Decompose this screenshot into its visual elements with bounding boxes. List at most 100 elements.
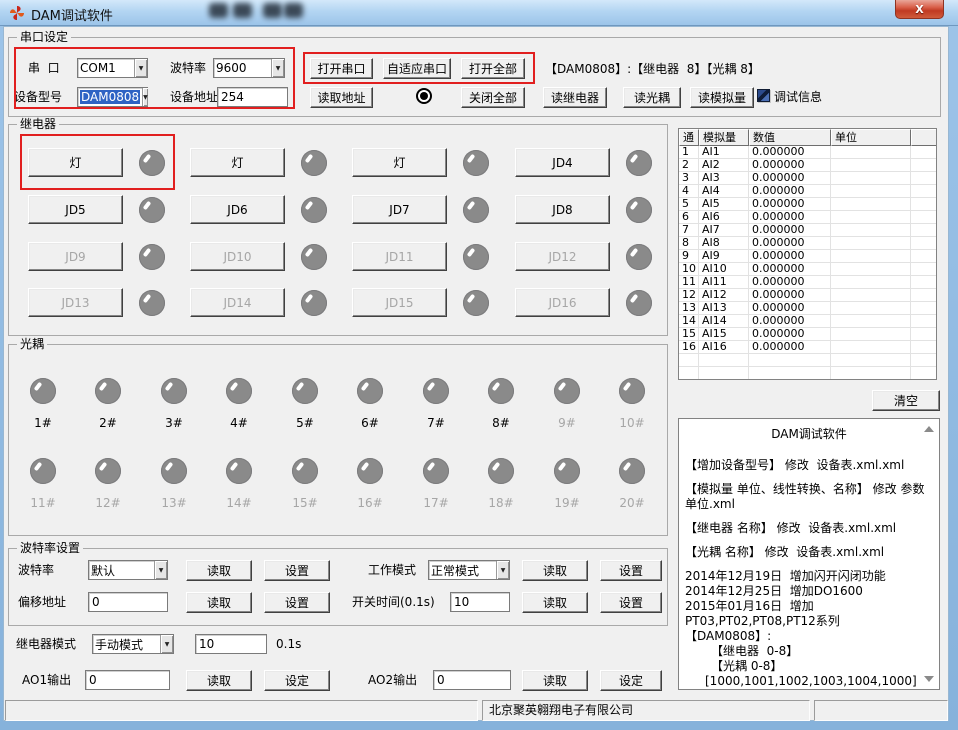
relay-led	[301, 244, 327, 270]
combo-arrow-icon[interactable]: ▼	[134, 59, 147, 77]
relay-button[interactable]: JD7	[352, 195, 447, 224]
combo-arrow-icon[interactable]: ▼	[160, 635, 173, 653]
debug-info-label[interactable]: 调试信息	[774, 90, 822, 105]
relay-button[interactable]: JD12	[515, 242, 610, 271]
opto-led	[161, 458, 187, 484]
relay-button[interactable]: JD14	[190, 288, 285, 317]
relay-button[interactable]: 灯	[190, 148, 285, 177]
table-row: 11AI110.000000	[679, 276, 936, 289]
relay-button[interactable]: JD9	[28, 242, 123, 271]
relay-button[interactable]: JD13	[28, 288, 123, 317]
opto-label: 15#	[285, 496, 325, 510]
combo-arrow-icon[interactable]: ▼	[142, 88, 148, 106]
cell-extra	[911, 159, 936, 172]
relay-button[interactable]: JD4	[515, 148, 610, 177]
combo-arrow-icon[interactable]: ▼	[496, 561, 509, 579]
scroll-up-icon[interactable]	[924, 426, 934, 432]
port-combo-value: COM1	[78, 59, 134, 77]
read-analog-button[interactable]: 读模拟量	[690, 87, 754, 108]
table-row: 5AI50.000000	[679, 198, 936, 211]
relay-button[interactable]: JD6	[190, 195, 285, 224]
serial-group-title: 串口设定	[17, 30, 71, 45]
opto-group-title: 光耦	[17, 337, 47, 352]
baud-combo[interactable]: 9600 ▼	[213, 58, 285, 78]
table-row: 2AI20.000000	[679, 159, 936, 172]
relay-button[interactable]: 灯	[352, 148, 447, 177]
opto-label: 9#	[547, 416, 587, 430]
table-row: 6AI60.000000	[679, 211, 936, 224]
cell-name: AI8	[699, 237, 749, 250]
ao2-set-button[interactable]: 设定	[600, 670, 662, 691]
close-button[interactable]: X	[895, 0, 944, 19]
read-addr-button[interactable]: 读取地址	[310, 87, 373, 108]
cell-unit	[831, 237, 911, 250]
read-relay-button[interactable]: 读继电器	[543, 87, 607, 108]
opto-label: 12#	[88, 496, 128, 510]
cell-name: AI15	[699, 328, 749, 341]
combo-arrow-icon[interactable]: ▼	[154, 561, 167, 579]
combo-arrow-icon[interactable]: ▼	[271, 59, 284, 77]
open-serial-button[interactable]: 打开串口	[310, 58, 373, 79]
opto-label: 8#	[481, 416, 521, 430]
cell-name: AI5	[699, 198, 749, 211]
table-row: 1AI10.000000	[679, 146, 936, 159]
opto-led	[226, 378, 252, 404]
baud-read-button[interactable]: 读取	[186, 560, 252, 581]
relay-button[interactable]: JD15	[352, 288, 447, 317]
cell-ch: 1	[679, 146, 699, 159]
work-mode-combo[interactable]: 正常模式 ▼	[428, 560, 510, 580]
table-row: 16AI160.000000	[679, 341, 936, 354]
relay-mode-combo[interactable]: 手动模式 ▼	[92, 634, 174, 654]
auto-serial-button[interactable]: 自适应串口	[383, 58, 451, 79]
baud-setting-combo[interactable]: 默认 ▼	[88, 560, 168, 580]
switch-time-set-button[interactable]: 设置	[600, 592, 662, 613]
cell-value: 0.000000	[749, 289, 831, 302]
relay-button-label: JD5	[65, 203, 85, 217]
offset-set-button[interactable]: 设置	[264, 592, 330, 613]
relay-button[interactable]: JD10	[190, 242, 285, 271]
open-all-button[interactable]: 打开全部	[461, 58, 525, 79]
ao2-read-button[interactable]: 读取	[522, 670, 588, 691]
read-opto-button[interactable]: 读光耦	[623, 87, 681, 108]
relay-button-label: JD9	[65, 250, 85, 264]
cell-value: 0.000000	[749, 328, 831, 341]
cell-extra	[911, 315, 936, 328]
titlebar[interactable]: DAM调试软件 X	[0, 0, 958, 26]
close-all-button[interactable]: 关闭全部	[461, 87, 525, 108]
opto-label: 13#	[154, 496, 194, 510]
opto-led	[226, 458, 252, 484]
port-combo[interactable]: COM1 ▼	[77, 58, 148, 78]
offset-input[interactable]: 0	[88, 592, 168, 612]
relay-button-label: JD13	[61, 296, 89, 310]
opto-label: 5#	[285, 416, 325, 430]
relay-button[interactable]: JD16	[515, 288, 610, 317]
work-mode-set-button[interactable]: 设置	[600, 560, 662, 581]
switch-time-input[interactable]: 10	[450, 592, 510, 612]
ao1-read-button[interactable]: 读取	[186, 670, 252, 691]
switch-time-read-button[interactable]: 读取	[522, 592, 588, 613]
col-header	[911, 129, 936, 146]
offset-read-button[interactable]: 读取	[186, 592, 252, 613]
opto-label: 7#	[416, 416, 456, 430]
relay-button-label: JD8	[552, 203, 572, 217]
work-mode-read-button[interactable]: 读取	[522, 560, 588, 581]
info-line: 【继电器 0-8】	[685, 644, 933, 659]
relay-button[interactable]: JD5	[28, 195, 123, 224]
relay-button[interactable]: 灯	[28, 148, 123, 177]
table-row: 3AI30.000000	[679, 172, 936, 185]
baud-set-button[interactable]: 设置	[264, 560, 330, 581]
ao2-input[interactable]: 0	[433, 670, 511, 690]
clear-button[interactable]: 清空	[872, 390, 940, 411]
relay-button[interactable]: JD11	[352, 242, 447, 271]
scroll-down-icon[interactable]	[924, 676, 934, 682]
relay-button-label: JD6	[227, 203, 247, 217]
ao1-input[interactable]: 0	[85, 670, 170, 690]
relay-button[interactable]: JD8	[515, 195, 610, 224]
relay-mode-time-input[interactable]: 10	[195, 634, 267, 654]
ao1-set-button[interactable]: 设定	[264, 670, 330, 691]
cell-unit	[831, 250, 911, 263]
model-combo[interactable]: DAM0808 ▼	[77, 87, 148, 107]
cell-name: AI12	[699, 289, 749, 302]
relay-button-label: JD16	[548, 296, 576, 310]
addr-input[interactable]: 254	[217, 87, 288, 107]
